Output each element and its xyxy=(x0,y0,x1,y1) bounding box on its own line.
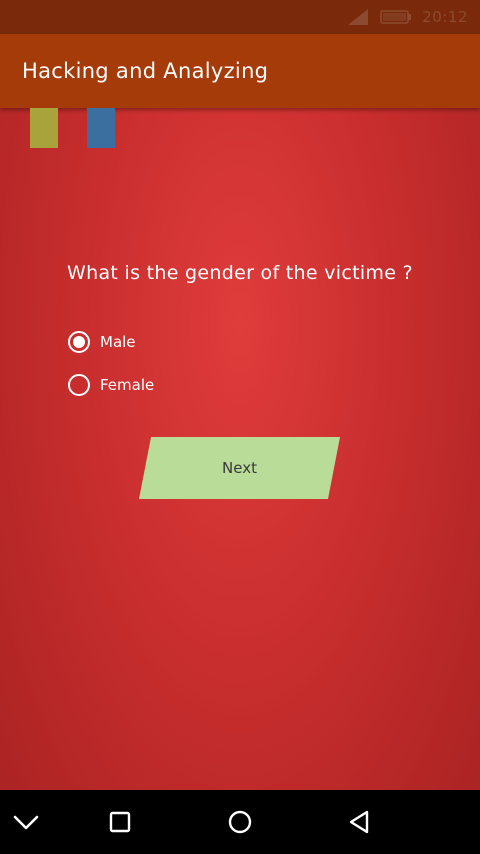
signal-icon xyxy=(348,9,369,25)
radio-label-female: Female xyxy=(100,376,155,394)
back-button[interactable] xyxy=(330,790,390,854)
collapse-button[interactable] xyxy=(0,790,56,854)
app-bar: Hacking and Analyzing xyxy=(0,34,480,108)
home-icon xyxy=(228,810,252,834)
battery-icon xyxy=(380,10,412,24)
radio-option-male[interactable]: Male xyxy=(68,331,136,353)
screen: 20:12 Hacking and Analyzing What is the … xyxy=(0,0,480,854)
yellow-swatch xyxy=(30,108,58,148)
radio-dot xyxy=(73,336,85,348)
next-button[interactable]: Next xyxy=(139,437,340,499)
chevron-down-icon xyxy=(13,815,39,830)
navigation-bar xyxy=(0,790,480,854)
radio-button-checked[interactable] xyxy=(68,331,90,353)
question-text: What is the gender of the victime ? xyxy=(67,262,413,284)
home-button[interactable] xyxy=(210,790,270,854)
radio-option-female[interactable]: Female xyxy=(68,374,154,396)
status-bar: 20:12 xyxy=(0,0,480,34)
next-button-label: Next xyxy=(222,459,257,477)
back-icon xyxy=(349,810,369,834)
blue-swatch xyxy=(87,108,115,148)
radio-button-unchecked[interactable] xyxy=(68,374,90,396)
radio-label-male: Male xyxy=(100,333,136,351)
app-title: Hacking and Analyzing xyxy=(22,59,269,83)
recents-button[interactable] xyxy=(90,790,150,854)
recents-icon xyxy=(109,811,131,833)
status-clock: 20:12 xyxy=(422,8,468,26)
